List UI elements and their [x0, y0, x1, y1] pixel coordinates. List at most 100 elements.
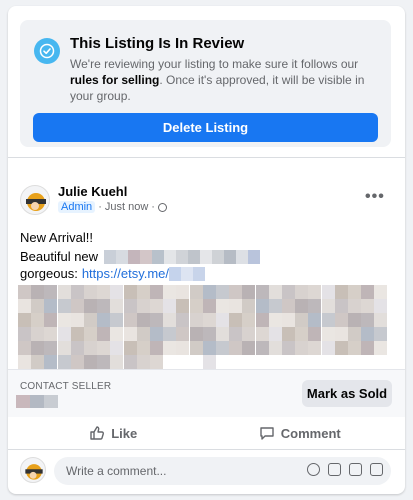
blur-pixel — [229, 285, 243, 299]
post-line: Beautiful new — [20, 249, 261, 264]
blur-pixel — [57, 327, 71, 341]
review-text-part1: We're reviewing your listing to make sur… — [70, 57, 359, 71]
blur-pixel — [268, 313, 282, 327]
blur-pixel — [202, 327, 216, 341]
blur-pixel — [321, 313, 335, 327]
blur-pixel — [216, 327, 229, 341]
blur-pixel — [361, 313, 375, 327]
comment-button[interactable]: Comment — [207, 418, 394, 448]
contact-seller-label: CONTACT SELLER — [20, 381, 112, 392]
blur-pixel — [229, 327, 243, 341]
blur-pixel — [110, 355, 124, 369]
comment-placeholder: Write a comment... — [66, 464, 167, 478]
blur-pixel — [348, 313, 361, 327]
blur-pixel — [163, 327, 177, 341]
blur-pixel — [123, 313, 137, 327]
blur-pixel — [18, 285, 31, 299]
globe-icon — [157, 202, 167, 212]
blur-pixel — [18, 355, 31, 369]
etsy-link[interactable]: https://etsy.me/ — [82, 266, 169, 281]
blur-pixel — [282, 313, 295, 327]
blur-pixel — [150, 355, 163, 369]
divider — [8, 449, 405, 450]
blurred-text — [104, 249, 261, 264]
review-title: This Listing Is In Review — [70, 35, 245, 52]
blur-pixel — [84, 355, 97, 369]
more-icon[interactable]: ••• — [365, 189, 385, 205]
admin-badge: Admin — [58, 201, 96, 213]
blur-pixel — [150, 313, 163, 327]
blur-pixel — [57, 299, 71, 313]
blur-pixel — [110, 299, 124, 313]
blur-pixel — [268, 285, 282, 299]
blur-pixel — [242, 327, 256, 341]
blur-pixel — [150, 327, 163, 341]
comment-label: Comment — [280, 425, 341, 441]
blur-pixel — [361, 341, 375, 355]
like-button[interactable]: Like — [20, 418, 207, 448]
blur-pixel — [44, 327, 58, 341]
blur-pixel — [282, 285, 295, 299]
post-line: gorgeous: https://etsy.me/ — [20, 266, 206, 281]
blur-pixel — [321, 327, 335, 341]
blur-pixel — [229, 341, 243, 355]
contact-seller-section: CONTACT SELLER Mark as Sold — [8, 369, 405, 417]
rules-for-selling-link[interactable]: rules for selling — [70, 73, 159, 87]
blur-pixel — [361, 327, 375, 341]
blur-pixel — [123, 355, 137, 369]
blur-pixel — [18, 299, 31, 313]
blur-pixel — [123, 285, 137, 299]
commenter-avatar[interactable] — [20, 457, 46, 483]
blur-pixel — [216, 299, 229, 313]
blur-pixel — [150, 285, 163, 299]
delete-listing-button[interactable]: Delete Listing — [33, 113, 378, 142]
blur-pixel — [84, 313, 97, 327]
blur-pixel — [189, 313, 203, 327]
blur-pixel — [97, 341, 111, 355]
avatar[interactable] — [20, 185, 50, 215]
divider — [8, 157, 405, 158]
blur-pixel — [84, 285, 97, 299]
emoji-icon[interactable] — [307, 463, 320, 476]
gif-icon[interactable] — [349, 463, 362, 476]
blur-pixel — [163, 313, 177, 327]
blur-pixel — [150, 299, 163, 313]
blur-pixel — [189, 299, 203, 313]
post-time[interactable]: Just now — [105, 201, 148, 213]
blur-pixel — [176, 327, 190, 341]
blur-pixel — [110, 341, 124, 355]
review-notice: This Listing Is In Review We're reviewin… — [20, 20, 391, 147]
sticker-icon[interactable] — [370, 463, 383, 476]
blur-pixel — [70, 299, 84, 313]
blur-pixel — [334, 327, 348, 341]
camera-icon[interactable] — [328, 463, 341, 476]
blur-pixel — [150, 341, 163, 355]
comment-input[interactable]: Write a comment... — [54, 457, 391, 485]
blur-pixel — [361, 285, 375, 299]
blur-pixel — [176, 285, 190, 299]
blur-pixel — [163, 299, 177, 313]
blur-pixel — [229, 299, 243, 313]
blur-pixel — [57, 355, 71, 369]
author-name[interactable]: Julie Kuehl — [58, 184, 127, 199]
blur-pixel — [57, 341, 71, 355]
blur-pixel — [44, 341, 58, 355]
blur-pixel — [57, 313, 71, 327]
blurred-link — [169, 266, 206, 281]
blur-pixel — [44, 313, 58, 327]
blur-pixel — [18, 313, 31, 327]
blur-pixel — [84, 327, 97, 341]
blur-pixel — [295, 341, 309, 355]
blur-pixel — [31, 313, 45, 327]
blur-pixel — [295, 313, 309, 327]
blur-pixel — [97, 355, 111, 369]
mark-as-sold-button[interactable]: Mark as Sold — [302, 380, 392, 407]
blur-pixel — [123, 327, 137, 341]
blur-pixel — [374, 313, 388, 327]
review-description: We're reviewing your listing to make sur… — [70, 56, 375, 104]
blur-pixel — [216, 341, 229, 355]
like-icon — [90, 426, 105, 440]
blur-pixel — [44, 355, 58, 369]
blur-pixel — [229, 313, 243, 327]
blur-pixel — [189, 341, 203, 355]
